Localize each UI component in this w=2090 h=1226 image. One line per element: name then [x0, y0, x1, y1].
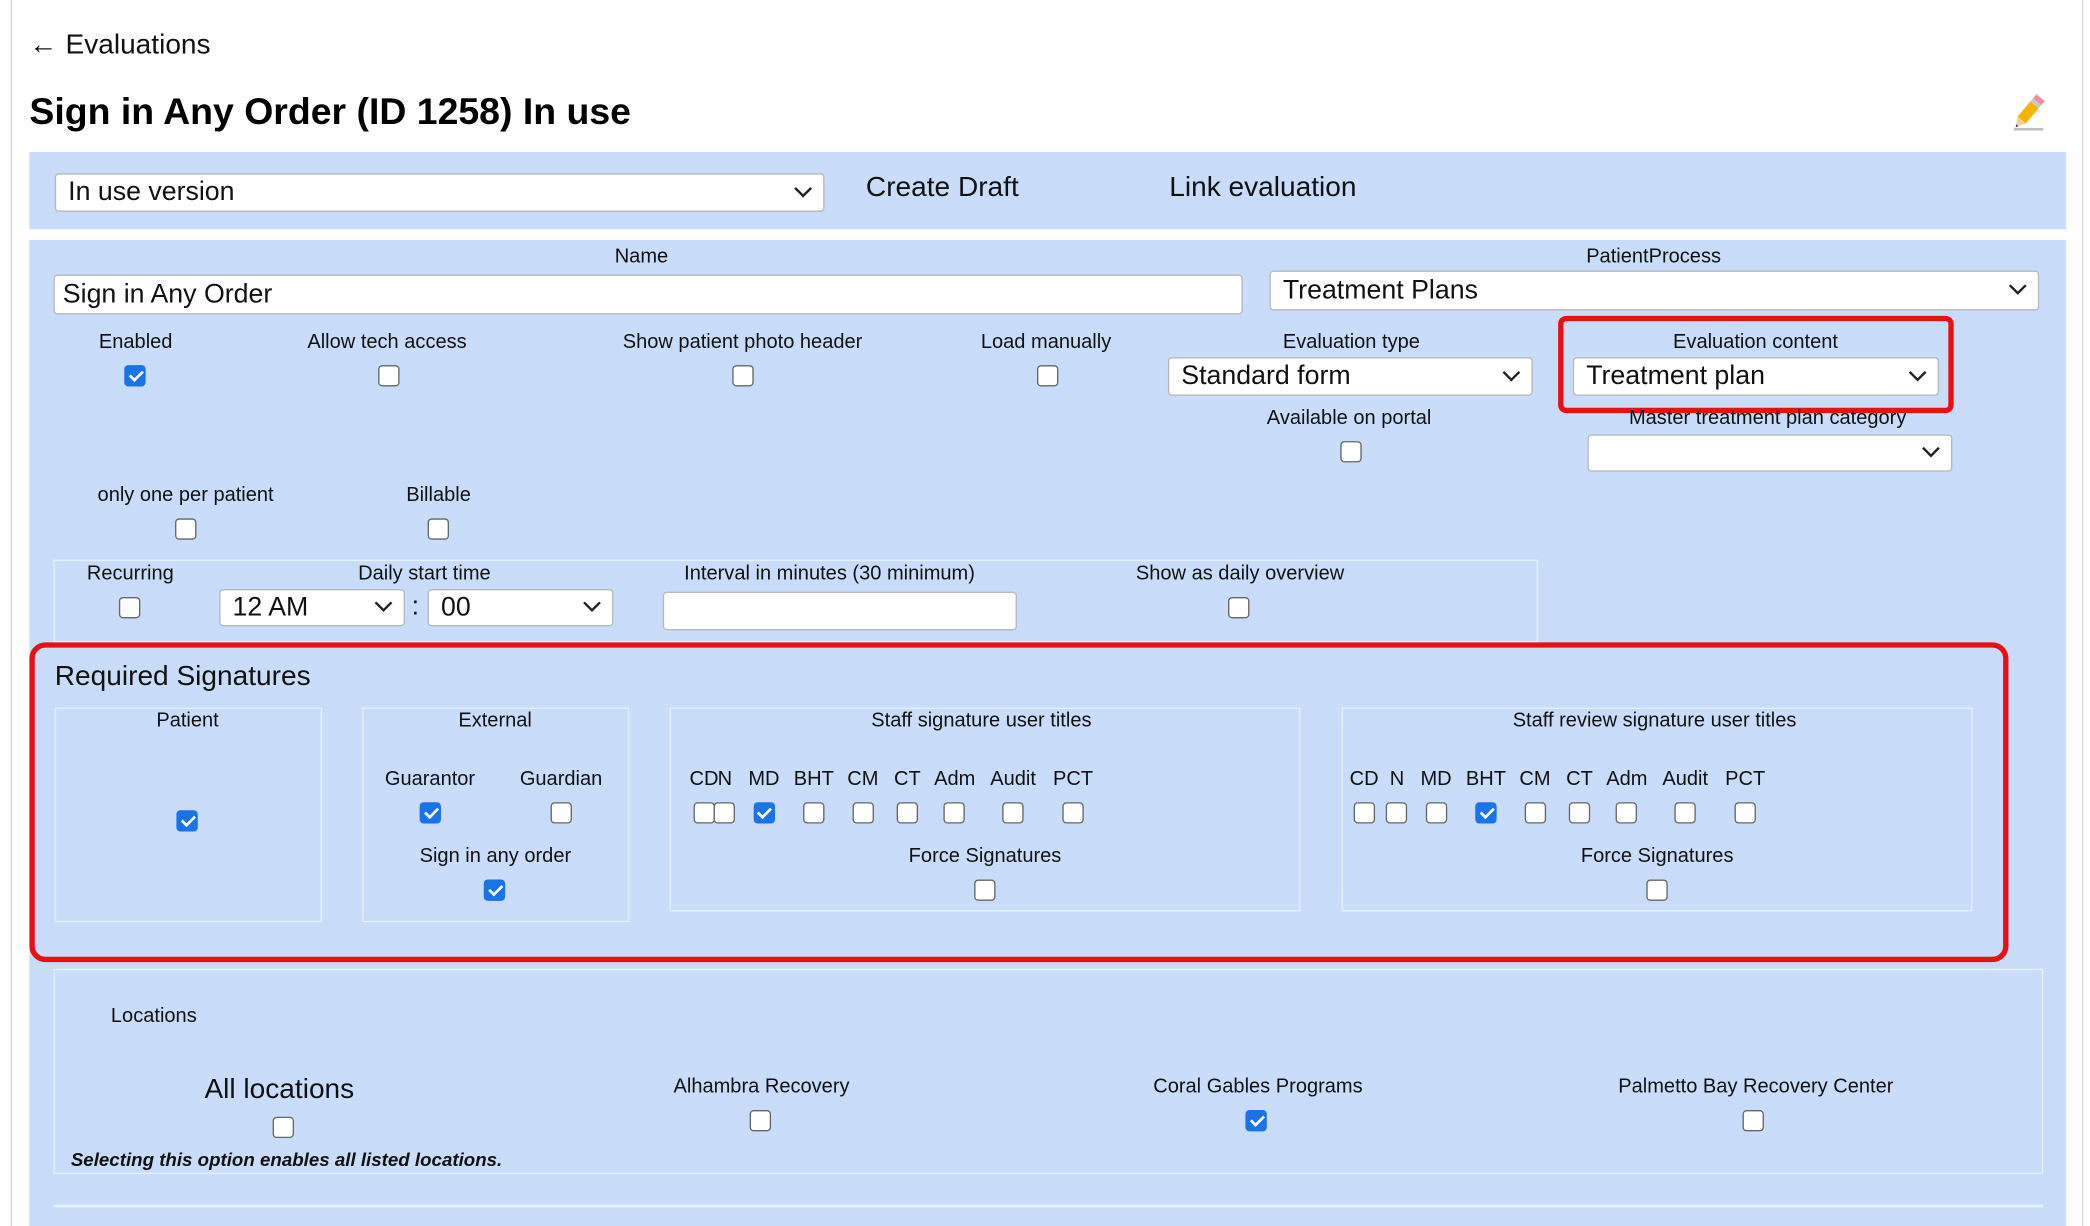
page-left-border	[10, 0, 13, 1226]
daily-start-label: Daily start time	[358, 562, 491, 586]
name-label: Name	[614, 245, 669, 268]
chevron-down-icon	[2008, 284, 2027, 295]
evaluation-content-highlight	[1558, 315, 1954, 414]
pencil-icon[interactable]	[2008, 91, 2048, 134]
start-minute-select[interactable]: 00	[427, 589, 614, 627]
version-select[interactable]: In use version	[54, 173, 825, 212]
locations-section	[53, 968, 2044, 1175]
available-portal-label: Available on portal	[1266, 406, 1432, 430]
daily-overview-label: Show as daily overview	[1135, 562, 1345, 586]
billable-checkbox[interactable]	[427, 518, 449, 540]
all-locations-checkbox[interactable]	[272, 1116, 294, 1139]
evaluation-type-label: Evaluation type	[1282, 330, 1420, 354]
evaluation-type-value: Standard form	[1181, 361, 1351, 391]
start-hour-value: 12 AM	[232, 592, 309, 622]
section-divider	[53, 1204, 2044, 1208]
chevron-down-icon	[374, 601, 393, 613]
locations-title: Locations	[110, 1004, 197, 1028]
photo-header-label: Show patient photo header	[622, 330, 863, 354]
interval-input[interactable]	[662, 591, 1017, 631]
one-per-patient-label: only one per patient	[97, 483, 274, 507]
allow-tech-checkbox[interactable]	[378, 365, 400, 387]
palmetto-bay-label: Palmetto Bay Recovery Center	[1618, 1075, 1894, 1099]
patient-process-label: PatientProcess	[1586, 245, 1722, 268]
allow-tech-label: Allow tech access	[307, 330, 467, 354]
page-right-border	[2081, 0, 2084, 1226]
chevron-down-icon	[1922, 446, 1940, 458]
start-hour-select[interactable]: 12 AM	[219, 589, 405, 627]
left-arrow-icon: ←	[29, 29, 58, 60]
master-category-label: Master treatment plan category	[1628, 406, 1907, 430]
recurring-checkbox[interactable]	[118, 597, 141, 619]
time-colon: :	[411, 591, 420, 621]
start-minute-value: 00	[440, 592, 471, 622]
enabled-label: Enabled	[98, 330, 173, 354]
one-per-patient-checkbox[interactable]	[175, 518, 197, 540]
billable-label: Billable	[406, 483, 471, 507]
available-portal-checkbox[interactable]	[1340, 441, 1362, 463]
evaluation-type-select[interactable]: Standard form	[1167, 357, 1533, 396]
back-link-label: Evaluations	[65, 29, 211, 60]
load-manually-label: Load manually	[980, 330, 1112, 354]
coral-gables-checkbox[interactable]	[1245, 1110, 1267, 1132]
create-draft-link[interactable]: Create Draft	[866, 172, 1019, 204]
recurring-label: Recurring	[86, 562, 174, 586]
patient-process-value: Treatment Plans	[1282, 275, 1478, 305]
name-input-value: Sign in Any Order	[62, 279, 273, 309]
all-locations-label: All locations	[204, 1074, 355, 1105]
patient-process-select[interactable]: Treatment Plans	[1269, 270, 2040, 311]
load-manually-checkbox[interactable]	[1036, 365, 1059, 387]
interval-label: Interval in minutes (30 minimum)	[684, 562, 975, 586]
palmetto-bay-checkbox[interactable]	[1742, 1110, 1764, 1132]
master-category-select[interactable]	[1587, 434, 1953, 472]
alhambra-label: Alhambra Recovery	[673, 1075, 850, 1099]
chevron-down-icon	[794, 186, 812, 197]
alhambra-checkbox[interactable]	[749, 1110, 772, 1132]
version-select-value: In use version	[68, 177, 235, 207]
link-evaluation-link[interactable]: Link evaluation	[1169, 172, 1356, 204]
chevron-down-icon	[583, 601, 601, 613]
chevron-down-icon	[1502, 370, 1521, 381]
daily-overview-checkbox[interactable]	[1228, 597, 1250, 619]
enabled-checkbox[interactable]	[124, 365, 146, 387]
version-toolbar: In use version Create Draft Link evaluat…	[29, 151, 2066, 230]
photo-header-checkbox[interactable]	[732, 365, 754, 387]
page-title: Sign in Any Order (ID 1258) In use	[29, 90, 631, 132]
required-signatures-highlight	[29, 642, 2009, 963]
coral-gables-label: Coral Gables Programs	[1153, 1075, 1363, 1099]
name-input[interactable]: Sign in Any Order	[53, 274, 1243, 315]
all-locations-note: Selecting this option enables all listed…	[70, 1148, 503, 1171]
back-to-evaluations-link[interactable]: ← Evaluations	[29, 29, 210, 61]
